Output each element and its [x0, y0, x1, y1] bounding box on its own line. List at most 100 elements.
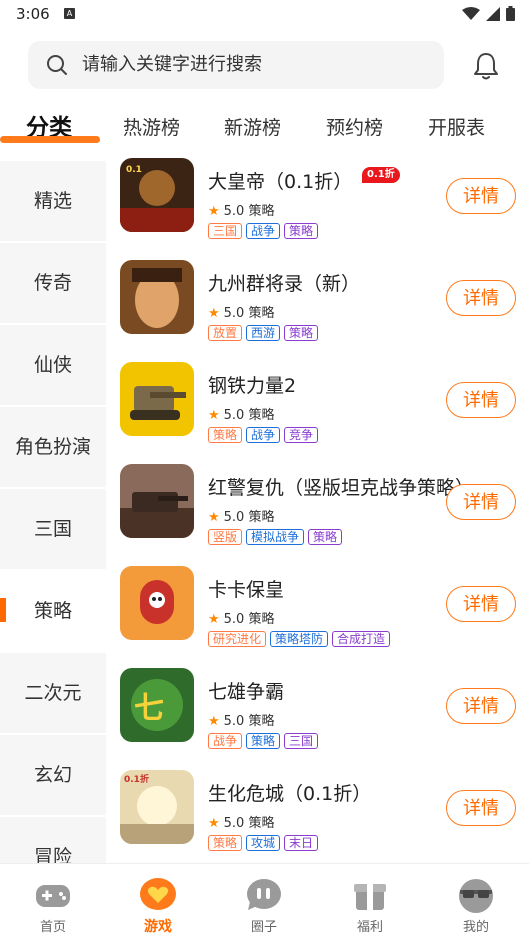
- chat-bubble-icon: [247, 879, 281, 910]
- tab-hot[interactable]: 热游榜: [123, 108, 180, 148]
- star-icon: ★: [208, 306, 220, 321]
- tag: 三国: [208, 223, 243, 239]
- status-icons: [462, 6, 515, 21]
- tag: 竞争: [284, 427, 319, 443]
- game-name: 大皇帝（0.1折）: [208, 171, 353, 193]
- game-item[interactable]: 0.1 大皇帝（0.1折） 0.1折 ★ 5.0 策略 三国 战争 策略 详情: [106, 158, 529, 260]
- game-icon: 0.1折: [120, 770, 194, 844]
- game-tags: 研究进化 策略塔防 合成打造: [208, 631, 391, 647]
- game-name: 九州群将录（新）: [208, 273, 361, 295]
- nav-label: 首页: [39, 920, 66, 935]
- tag: 末日: [284, 835, 319, 851]
- tag: 模拟战争: [246, 529, 305, 545]
- battery-icon: [506, 6, 515, 21]
- game-icon: [120, 260, 194, 334]
- game-rating: ★ 5.0 策略: [208, 816, 275, 831]
- game-rating: ★ 5.0 策略: [208, 714, 275, 729]
- tag: 策略: [246, 733, 281, 749]
- gamepad-icon: [36, 885, 70, 907]
- sidebar-item-anime[interactable]: 二次元: [0, 653, 106, 733]
- search-input[interactable]: [82, 41, 422, 89]
- nav-label: 游戏: [144, 919, 172, 935]
- nav-home[interactable]: 首页: [13, 864, 93, 942]
- detail-button[interactable]: 详情: [446, 484, 516, 520]
- tag: 放置: [208, 325, 243, 341]
- tag: 战争: [208, 733, 243, 749]
- game-item[interactable]: 九州群将录（新） ★ 5.0 策略 放置 西游 策略 详情: [106, 260, 529, 362]
- sidebar-item-adventure[interactable]: 冒险: [0, 817, 106, 863]
- sidebar-item-fantasy[interactable]: 玄幻: [0, 735, 106, 815]
- tag: 研究进化: [208, 631, 267, 647]
- search-bar[interactable]: [28, 41, 444, 89]
- tag: 策略: [284, 223, 319, 239]
- bottom-nav: 首页 游戏 圈子 福利 我的: [0, 863, 529, 942]
- game-item[interactable]: 卡卡保皇 ★ 5.0 策略 研究进化 策略塔防 合成打造 详情: [106, 566, 529, 668]
- game-item[interactable]: 红警复仇（竖版坦克战争策略） ★ 5.0 策略 竖版 模拟战争 策略 详情: [106, 464, 529, 566]
- tag: 策略: [284, 325, 319, 341]
- star-icon: ★: [208, 816, 220, 831]
- game-name: 生化危城（0.1折）: [208, 783, 372, 805]
- tag: 攻城: [246, 835, 281, 851]
- game-item[interactable]: 0.1折 生化危城（0.1折） ★ 5.0 策略 策略 攻城 末日 详情: [106, 770, 529, 863]
- heart-chat-icon: [140, 878, 176, 910]
- game-name: 钢铁力量2: [208, 375, 297, 397]
- tab-server[interactable]: 开服表: [428, 108, 485, 148]
- wifi-icon: [462, 6, 480, 20]
- svg-text:七: 七: [134, 691, 164, 726]
- detail-button[interactable]: 详情: [446, 688, 516, 724]
- tag: 三国: [284, 733, 319, 749]
- detail-button[interactable]: 详情: [446, 382, 516, 418]
- game-rating: ★ 5.0 策略: [208, 612, 275, 627]
- star-icon: ★: [208, 408, 220, 423]
- nav-welfare[interactable]: 福利: [330, 864, 410, 942]
- tag: 竖版: [208, 529, 243, 545]
- tag: 策略塔防: [270, 631, 329, 647]
- detail-button[interactable]: 详情: [446, 586, 516, 622]
- detail-button[interactable]: 详情: [446, 790, 516, 826]
- sidebar-item-legend[interactable]: 传奇: [0, 243, 106, 323]
- game-tags: 策略 战争 竞争: [208, 427, 319, 443]
- star-icon: ★: [208, 714, 220, 729]
- nav-circle[interactable]: 圈子: [224, 864, 304, 942]
- detail-button[interactable]: 详情: [446, 280, 516, 316]
- svg-text:0.1: 0.1: [126, 165, 142, 175]
- game-name: 卡卡保皇: [208, 579, 285, 601]
- avatar-glasses-icon: [459, 879, 493, 913]
- gift-icon: [354, 884, 386, 910]
- tag: 策略: [308, 529, 343, 545]
- game-icon: [120, 566, 194, 640]
- bell-icon[interactable]: [470, 50, 502, 82]
- tag: 合成打造: [332, 631, 391, 647]
- sidebar-active-marker: [0, 598, 6, 622]
- game-tags: 策略 攻城 末日: [208, 835, 319, 851]
- sidebar-item-strategy[interactable]: 策略: [0, 571, 106, 651]
- sidebar-item-featured[interactable]: 精选: [0, 161, 106, 241]
- tab-underline: [0, 136, 100, 143]
- game-item[interactable]: 七 七雄争霸 ★ 5.0 策略 战争 策略 三国 详情: [106, 668, 529, 770]
- category-sidebar: 精选 传奇 仙侠 角色扮演 三国 策略 二次元 玄幻 冒险: [0, 158, 106, 863]
- game-tags: 三国 战争 策略: [208, 223, 319, 239]
- sidebar-item-rpg[interactable]: 角色扮演: [0, 407, 106, 487]
- nav-label: 我的: [462, 920, 489, 935]
- game-name: 红警复仇（竖版坦克战争策略）: [208, 477, 475, 499]
- star-icon: ★: [208, 612, 220, 627]
- nav-mine[interactable]: 我的: [436, 864, 516, 942]
- tab-reserve[interactable]: 预约榜: [326, 108, 383, 148]
- game-tags: 战争 策略 三国: [208, 733, 319, 749]
- game-rating: ★ 5.0 策略: [208, 510, 275, 525]
- game-icon: 0.1: [120, 158, 194, 232]
- game-item[interactable]: 钢铁力量2 ★ 5.0 策略 策略 战争 竞争 详情: [106, 362, 529, 464]
- game-list: 0.1 大皇帝（0.1折） 0.1折 ★ 5.0 策略 三国 战争 策略 详情 九…: [106, 150, 529, 863]
- search-icon: [47, 55, 67, 75]
- detail-button[interactable]: 详情: [446, 178, 516, 214]
- sidebar-item-xianxia[interactable]: 仙侠: [0, 325, 106, 405]
- svg-text:0.1折: 0.1折: [124, 773, 149, 785]
- nav-games[interactable]: 游戏: [118, 864, 198, 942]
- sidebar-item-three-kingdoms[interactable]: 三国: [0, 489, 106, 569]
- game-tags: 放置 西游 策略: [208, 325, 319, 341]
- signal-icon: [486, 6, 500, 21]
- game-rating: ★ 5.0 策略: [208, 204, 275, 219]
- nav-label: 圈子: [250, 920, 277, 935]
- tab-new[interactable]: 新游榜: [224, 108, 281, 148]
- star-icon: ★: [208, 204, 220, 219]
